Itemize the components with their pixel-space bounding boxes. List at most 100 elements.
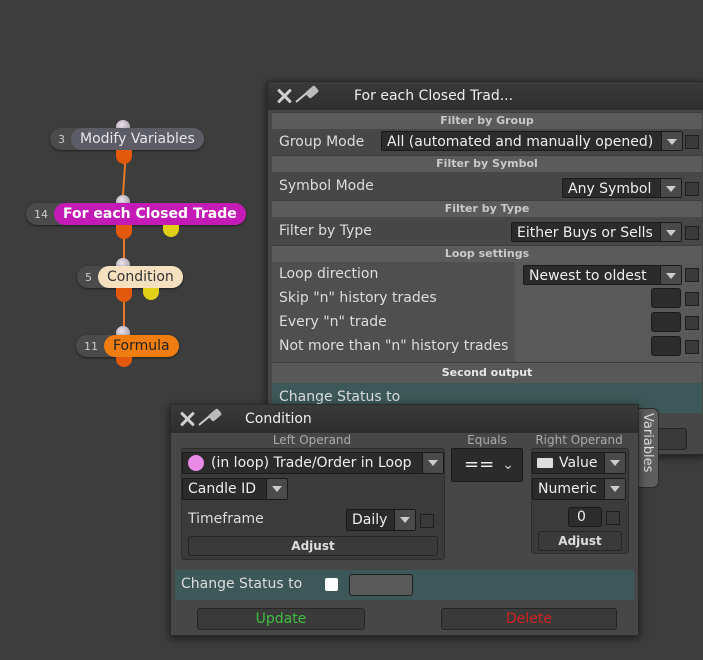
pin-icon[interactable] [295, 85, 322, 106]
section-filter-by-group: Filter by Group [272, 112, 702, 129]
node-label: Condition [98, 266, 183, 288]
node-second-output-pin[interactable] [163, 225, 179, 237]
symbol-mode-label: Symbol Mode [279, 178, 374, 194]
node-output-pin[interactable] [116, 225, 132, 239]
group-mode-checkbox[interactable] [685, 135, 699, 149]
right-value-input[interactable]: 0 [568, 507, 602, 527]
symbol-mode-checkbox[interactable] [685, 182, 699, 196]
section-filter-by-symbol: Filter by Symbol [272, 155, 702, 172]
filter-type-dropdown[interactable]: Either Buys or Sells [511, 222, 682, 242]
left-operand-dropdown[interactable]: (in loop) Trade/Order in Loop [182, 452, 444, 474]
timeframe-value: Daily [352, 512, 388, 528]
right-format-dropdown[interactable]: Numeric [532, 478, 626, 500]
left-operand-value: (in loop) Trade/Order in Loop [211, 455, 412, 471]
node-output-pin[interactable] [116, 150, 132, 164]
loop-direction-checkbox[interactable] [685, 268, 699, 282]
not-more-label: Not more than "n" history trades [279, 338, 509, 354]
operator-dropdown[interactable]: == ⌄ [451, 448, 523, 482]
right-format-value: Numeric [538, 481, 597, 497]
skip-row: Skip "n" history trades [272, 286, 702, 310]
group-mode-value: All (automated and manually opened) [387, 134, 654, 150]
operator-value: == [464, 454, 495, 475]
equals-label: Equals [467, 433, 507, 447]
condition-window: Condition Left Operand Equals Right Oper… [170, 404, 639, 636]
flow-node-formula[interactable]: 11 Formula [76, 335, 179, 357]
adjust-right-label: Adjust [558, 534, 602, 548]
loop-direction-dropdown[interactable]: Newest to oldest [523, 265, 682, 285]
circle-icon [188, 455, 204, 471]
window-title: Condition [245, 411, 312, 427]
right-type-dropdown[interactable]: Value [532, 452, 626, 474]
variables-tab[interactable]: Variables [637, 408, 659, 488]
every-input[interactable] [651, 312, 681, 332]
chevron-down-icon [394, 510, 415, 530]
skip-checkbox[interactable] [685, 292, 699, 306]
close-icon[interactable] [276, 88, 292, 104]
value-icon [537, 458, 553, 468]
flow-node-for-each-closed-trade[interactable]: 14 For each Closed Trade [26, 203, 246, 225]
node-number: 11 [84, 339, 98, 353]
node-label: Formula [104, 335, 179, 357]
left-field-dropdown[interactable]: Candle ID [182, 478, 288, 500]
chevron-down-icon: ⌄ [502, 457, 514, 473]
for-each-closed-trade-window: For each Closed Trad... Filter by Group … [267, 81, 703, 455]
delete-button[interactable]: Delete [441, 608, 617, 630]
skip-input[interactable] [651, 288, 681, 308]
adjust-left-label: Adjust [291, 539, 335, 553]
left-field-value: Candle ID [188, 481, 256, 497]
chevron-down-icon [661, 132, 682, 150]
window-titlebar[interactable]: For each Closed Trad... [268, 82, 703, 110]
right-operand-panel: Value Numeric 0 Adjust [531, 448, 629, 554]
node-label: For each Closed Trade [54, 203, 246, 225]
filter-type-label: Filter by Type [279, 223, 372, 239]
timeframe-checkbox[interactable] [420, 514, 434, 528]
section-filter-by-type: Filter by Type [272, 200, 702, 217]
adjust-right-button[interactable]: Adjust [538, 531, 622, 551]
timeframe-dropdown[interactable]: Daily [346, 509, 416, 531]
update-button[interactable]: Update [197, 608, 365, 630]
every-checkbox[interactable] [685, 316, 699, 330]
symbol-mode-dropdown[interactable]: Any Symbol [562, 178, 682, 198]
loop-direction-value: Newest to oldest [529, 268, 647, 284]
change-status-input[interactable] [349, 574, 413, 596]
chevron-down-icon [422, 453, 443, 473]
loop-direction-row: Loop direction Newest to oldest [272, 262, 702, 286]
flow-node-condition[interactable]: 5 Condition [77, 266, 183, 288]
right-type-value: Value [559, 455, 598, 471]
not-more-input[interactable] [651, 336, 681, 356]
right-value-checkbox[interactable] [606, 511, 620, 525]
adjust-left-button[interactable]: Adjust [188, 536, 438, 556]
node-output-pin[interactable] [116, 357, 132, 367]
not-more-checkbox[interactable] [685, 340, 699, 354]
group-mode-dropdown[interactable]: All (automated and manually opened) [381, 131, 683, 151]
node-second-output-pin[interactable] [143, 288, 159, 300]
pin-icon[interactable] [198, 408, 225, 429]
left-operand-label: Left Operand [272, 433, 352, 447]
chevron-down-icon [266, 479, 287, 499]
group-mode-label: Group Mode [279, 134, 365, 150]
chevron-down-icon [660, 179, 681, 197]
node-output-pin[interactable] [116, 288, 132, 302]
node-label: Modify Variables [71, 128, 204, 150]
filter-type-checkbox[interactable] [685, 226, 699, 240]
chevron-down-icon [604, 479, 625, 499]
chevron-down-icon [660, 266, 681, 284]
chevron-down-icon [660, 223, 681, 241]
change-status-checkbox[interactable] [325, 578, 338, 591]
flow-node-modify-variables[interactable]: 3 Modify Variables [50, 128, 204, 150]
symbol-mode-value: Any Symbol [568, 181, 652, 197]
window-titlebar[interactable]: Condition [171, 405, 638, 433]
section-second-output: Second output [272, 362, 702, 383]
node-number: 3 [58, 132, 65, 146]
delete-label: Delete [506, 611, 552, 627]
node-number: 14 [34, 207, 48, 221]
symbol-mode-row: Symbol Mode Any Symbol [272, 172, 702, 200]
filter-type-value: Either Buys or Sells [517, 225, 653, 241]
change-status-row: Change Status to [175, 570, 634, 600]
close-icon[interactable] [179, 411, 195, 427]
timeframe-label: Timeframe [188, 511, 264, 527]
filter-type-row: Filter by Type Either Buys or Sells [272, 217, 702, 245]
section-loop-settings: Loop settings [272, 245, 702, 262]
window-title: For each Closed Trad... [354, 88, 514, 104]
not-more-row: Not more than "n" history trades [272, 334, 702, 358]
